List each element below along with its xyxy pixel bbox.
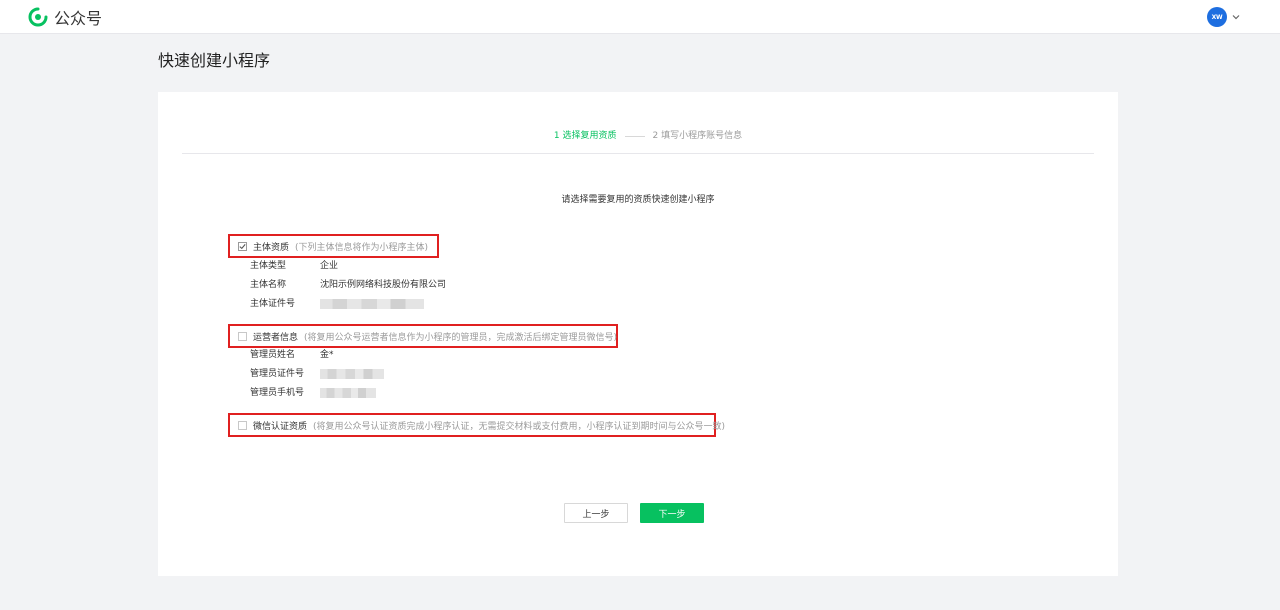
instruction-text: 请选择需要复用的资质快速创建小程序	[158, 192, 1118, 205]
step-indicator: 1 选择复用资质 2 填写小程序账号信息	[158, 130, 1118, 142]
redacted-id-number	[320, 369, 384, 379]
field-row: 管理员姓名 金*	[250, 349, 334, 361]
field-row: 主体证件号	[250, 298, 424, 310]
account-menu[interactable]: XW	[1207, 7, 1240, 27]
page-title: 快速创建小程序	[158, 51, 271, 70]
section-hint: (下列主体信息将作为小程序主体)	[295, 242, 429, 253]
section-hint: (将复用公众号运营者信息作为小程序的管理员，完成激活后绑定管理员微信号)	[304, 332, 618, 343]
chevron-down-icon	[1232, 15, 1240, 20]
subject-qualification-checkbox[interactable]	[238, 241, 247, 251]
section-title: 微信认证资质	[253, 421, 308, 432]
step-connector	[624, 135, 645, 137]
step-1: 1 选择复用资质	[553, 131, 617, 141]
section-operator-info[interactable]: 运营者信息 (将复用公众号运营者信息作为小程序的管理员，完成激活后绑定管理员微信…	[228, 324, 618, 348]
avatar[interactable]: XW	[1207, 7, 1227, 27]
redacted-phone-number	[320, 388, 376, 398]
divider	[182, 153, 1094, 154]
checkmark-icon	[239, 243, 246, 249]
next-step-button[interactable]: 下一步	[640, 503, 704, 523]
field-row: 管理员手机号	[250, 387, 376, 399]
section-title: 主体资质	[253, 242, 290, 253]
field-label: 主体名称	[250, 280, 287, 290]
field-label: 管理员姓名	[250, 350, 296, 360]
wechat-verification-checkbox[interactable]	[238, 420, 247, 430]
wechat-official-account-logo-icon	[28, 7, 48, 31]
field-label: 管理员证件号	[250, 369, 305, 379]
field-row: 主体名称 沈阳示例网络科技股份有限公司	[250, 279, 446, 291]
prev-step-button[interactable]: 上一步	[564, 503, 628, 523]
field-label: 主体证件号	[250, 299, 296, 309]
field-label: 主体类型	[250, 261, 287, 271]
section-title: 运营者信息	[253, 332, 299, 343]
field-row: 主体类型 企业	[250, 260, 338, 272]
step-2: 2 填写小程序账号信息	[652, 131, 743, 141]
instruction-label: 请选择需要复用的资质快速创建小程序	[561, 195, 715, 205]
field-label: 管理员手机号	[250, 388, 305, 398]
top-bar: 公众号 XW	[0, 0, 1280, 34]
operator-info-checkbox[interactable]	[238, 331, 247, 341]
field-value: 企业	[320, 261, 339, 271]
field-value: 金*	[320, 350, 334, 360]
main-card: 1 选择复用资质 2 填写小程序账号信息 请选择需要复用的资质快速创建小程序 主…	[158, 92, 1118, 576]
redacted-id-number	[320, 299, 424, 309]
logo-text: 公众号	[54, 9, 103, 28]
field-row: 管理员证件号	[250, 368, 384, 380]
section-subject-qualification[interactable]: 主体资质 (下列主体信息将作为小程序主体)	[228, 234, 439, 258]
logo[interactable]: 公众号	[28, 7, 102, 31]
section-wechat-verification[interactable]: 微信认证资质 (将复用公众号认证资质完成小程序认证，无需提交材料或支付费用，小程…	[228, 413, 725, 437]
field-value: 沈阳示例网络科技股份有限公司	[320, 280, 447, 290]
section-hint: (将复用公众号认证资质完成小程序认证，无需提交材料或支付费用，小程序认证到期时间…	[313, 421, 726, 432]
